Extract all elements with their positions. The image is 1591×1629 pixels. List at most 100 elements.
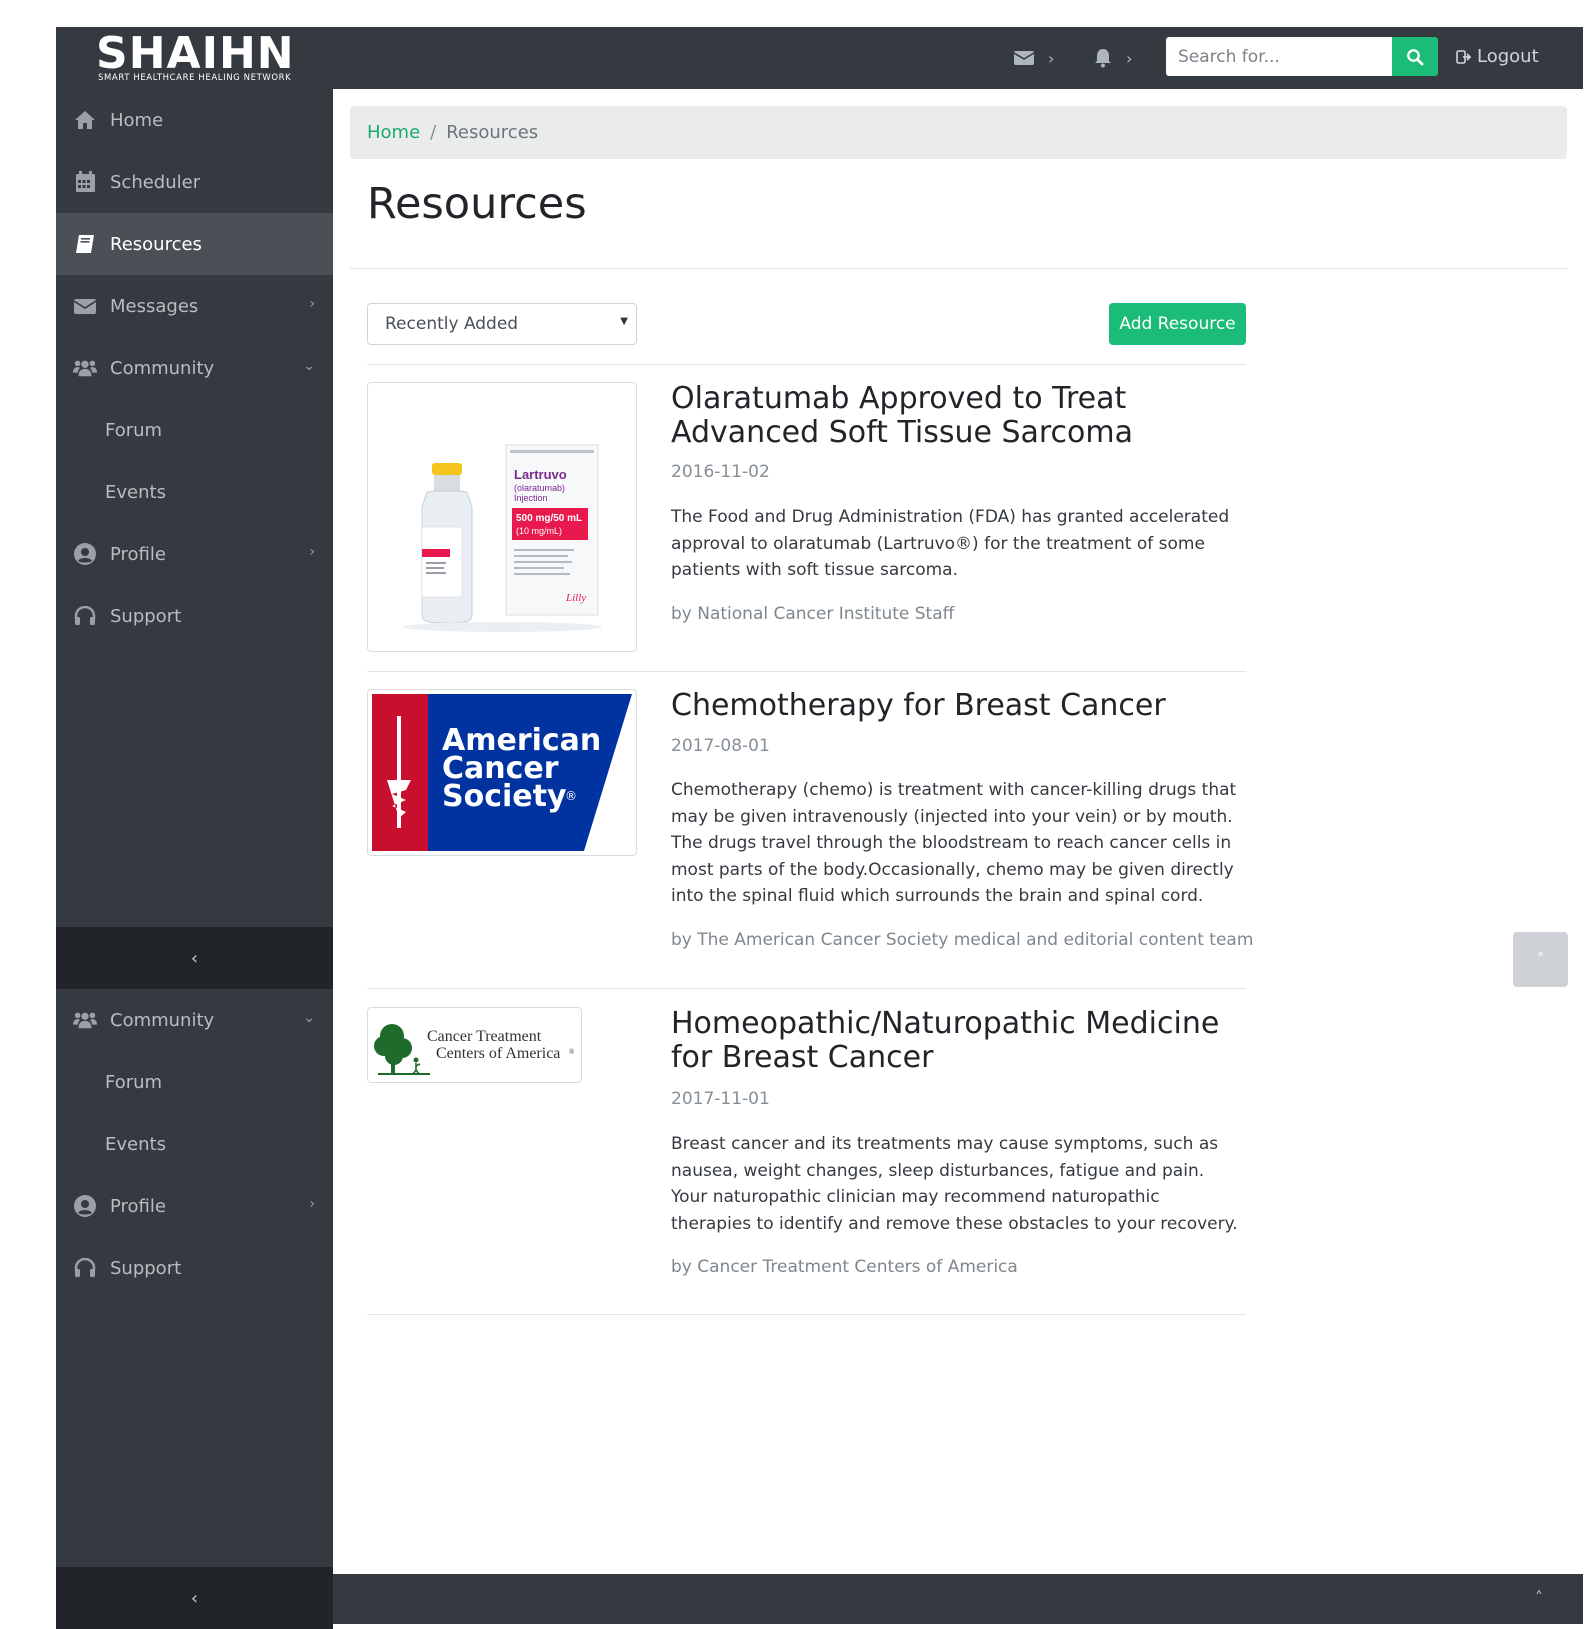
sidebar-item-forum[interactable]: Forum [56, 399, 333, 461]
search-icon [1407, 48, 1424, 65]
sidebar-item-label: Events [105, 481, 166, 503]
lartruvo-brand-text: Lartruvo [514, 467, 567, 482]
search-form [1166, 37, 1438, 76]
sidebar-item-label: Forum [105, 419, 163, 441]
brand-logo[interactable]: SHAIHN SMART HEALTHCARE HEALING NETWORK [96, 28, 306, 84]
sidebar-item-label: Resources [110, 233, 202, 255]
calendar-icon [73, 170, 97, 194]
sidebar-item-events[interactable]: Events [56, 1113, 333, 1175]
resource-thumbnail[interactable]: Lartruvo (olaratumab) Injection 500 mg/5… [367, 382, 637, 652]
chevron-left-icon: ‹ [190, 947, 199, 969]
sidebar-item-label: Home [110, 109, 164, 131]
chevron-right-icon: › [1048, 48, 1055, 68]
sidebar-collapse-button[interactable]: ‹ [56, 1567, 333, 1629]
sidebar-item-home[interactable]: Home [56, 89, 333, 151]
resource-date: 2017-11-01 [671, 1089, 770, 1109]
resource-author: by National Cancer Institute Staff [671, 604, 955, 624]
chevron-up-icon[interactable]: ˄ [1535, 1588, 1543, 1607]
lartruvo-generic-text: (olaratumab) [514, 483, 565, 493]
sidebar-item-scheduler[interactable]: Scheduler [56, 151, 333, 213]
chevron-down-icon: ⌄ [303, 1010, 315, 1026]
back-to-top-button[interactable]: ˄ [1513, 932, 1568, 987]
users-icon [73, 1008, 97, 1032]
chevron-down-icon: ⌄ [303, 358, 315, 374]
resource-date: 2016-11-02 [671, 462, 770, 482]
sidebar-item-label: Scheduler [110, 171, 201, 193]
caret-down-icon: ▼ [620, 316, 628, 327]
american-cancer-society-logo: American Cancer Society ® [372, 694, 632, 851]
headset-icon [73, 1256, 97, 1280]
book-icon [73, 232, 97, 256]
page-title: Resources [367, 179, 587, 229]
sign-out-icon [1456, 49, 1472, 64]
resource-title[interactable]: Olaratumab Approved to Treat Advanced So… [671, 382, 1261, 450]
messages-dropdown[interactable]: › [1014, 47, 1054, 69]
home-icon [73, 108, 97, 132]
sidebar-item-label: Support [110, 1257, 182, 1279]
footer: ˄ [333, 1574, 1583, 1624]
lilly-logo-text: Lilly [565, 592, 586, 604]
lartruvo-form-text: Injection [514, 493, 548, 503]
breadcrumb-home-link[interactable]: Home [367, 122, 420, 143]
divider [350, 268, 1567, 269]
sidebar-item-profile[interactable]: Profile › [56, 523, 333, 585]
breadcrumb-separator: / [430, 122, 437, 143]
notifications-dropdown[interactable]: › [1094, 47, 1132, 69]
acs-logo-mark: ® [565, 789, 577, 803]
brand-name-caduceus: AI [166, 28, 219, 79]
lartruvo-dose-text: 500 mg/50 mL [516, 513, 582, 524]
divider [367, 364, 1246, 365]
sidebar: Home Scheduler Resources Messages › Comm… [56, 89, 333, 1629]
add-resource-button[interactable]: Add Resource [1109, 303, 1246, 345]
chevron-right-icon: › [1126, 48, 1133, 68]
divider [367, 1314, 1246, 1315]
chevron-right-icon: › [309, 296, 315, 312]
chevron-left-icon: ‹ [190, 1587, 199, 1609]
sidebar-item-support[interactable]: Support [56, 585, 333, 647]
envelope-icon [1014, 51, 1034, 65]
divider [367, 988, 1246, 989]
sidebar-item-community[interactable]: Community ⌄ [56, 337, 333, 399]
sidebar-item-label: Events [105, 1133, 166, 1155]
sidebar-item-events[interactable]: Events [56, 461, 333, 523]
resource-thumbnail[interactable]: Cancer Treatment Centers of America ® [367, 1007, 582, 1083]
sidebar-item-label: Support [110, 605, 182, 627]
sidebar-item-resources[interactable]: Resources [56, 213, 333, 275]
search-input[interactable] [1166, 37, 1392, 76]
resource-date: 2017-08-01 [671, 736, 770, 756]
sidebar-item-label: Community [110, 357, 215, 379]
sidebar-item-label: Profile [110, 1195, 166, 1217]
sort-selected-value: Recently Added [385, 314, 519, 334]
headset-icon [73, 604, 97, 628]
top-navbar: SHAIHN SMART HEALTHCARE HEALING NETWORK … [56, 27, 1583, 89]
sidebar-item-community[interactable]: Community ⌄ [56, 989, 333, 1051]
users-icon [73, 356, 97, 380]
breadcrumb: Home / Resources [350, 106, 1567, 159]
user-circle-icon [73, 542, 97, 566]
resource-author: by Cancer Treatment Centers of America [671, 1257, 1018, 1277]
acs-logo-line3: Society [442, 779, 567, 814]
resource-title[interactable]: Chemotherapy for Breast Cancer [671, 689, 1261, 723]
sidebar-item-support[interactable]: Support [56, 1237, 333, 1299]
lartruvo-concentration-text: (10 mg/mL) [516, 526, 562, 536]
sidebar-item-label: Messages [110, 295, 199, 317]
sidebar-item-messages[interactable]: Messages › [56, 275, 333, 337]
search-button[interactable] [1392, 37, 1438, 76]
sidebar-item-forum[interactable]: Forum [56, 1051, 333, 1113]
sidebar-collapse-button[interactable]: ‹ [56, 927, 333, 989]
logout-link[interactable]: Logout [1456, 46, 1539, 67]
ctca-logo-mark: ® [569, 1048, 575, 1056]
chevron-right-icon: › [309, 544, 315, 560]
resource-thumbnail[interactable]: American Cancer Society ® [367, 689, 637, 856]
sidebar-item-label: Profile [110, 543, 166, 565]
sidebar-item-label: Community [110, 1009, 215, 1031]
sidebar-item-label: Forum [105, 1071, 163, 1093]
sort-select[interactable]: Recently Added ▼ [367, 303, 637, 345]
sidebar-item-profile[interactable]: Profile › [56, 1175, 333, 1237]
brand-name: SHAIHN [96, 28, 295, 79]
resource-description: Breast cancer and its treatments may cau… [671, 1134, 1238, 1234]
resource-title[interactable]: Homeopathic/Naturopathic Medicine for Br… [671, 1007, 1261, 1075]
divider [367, 671, 1246, 672]
bell-icon [1095, 49, 1111, 68]
lartruvo-product-image: Lartruvo (olaratumab) Injection 500 mg/5… [372, 387, 632, 647]
